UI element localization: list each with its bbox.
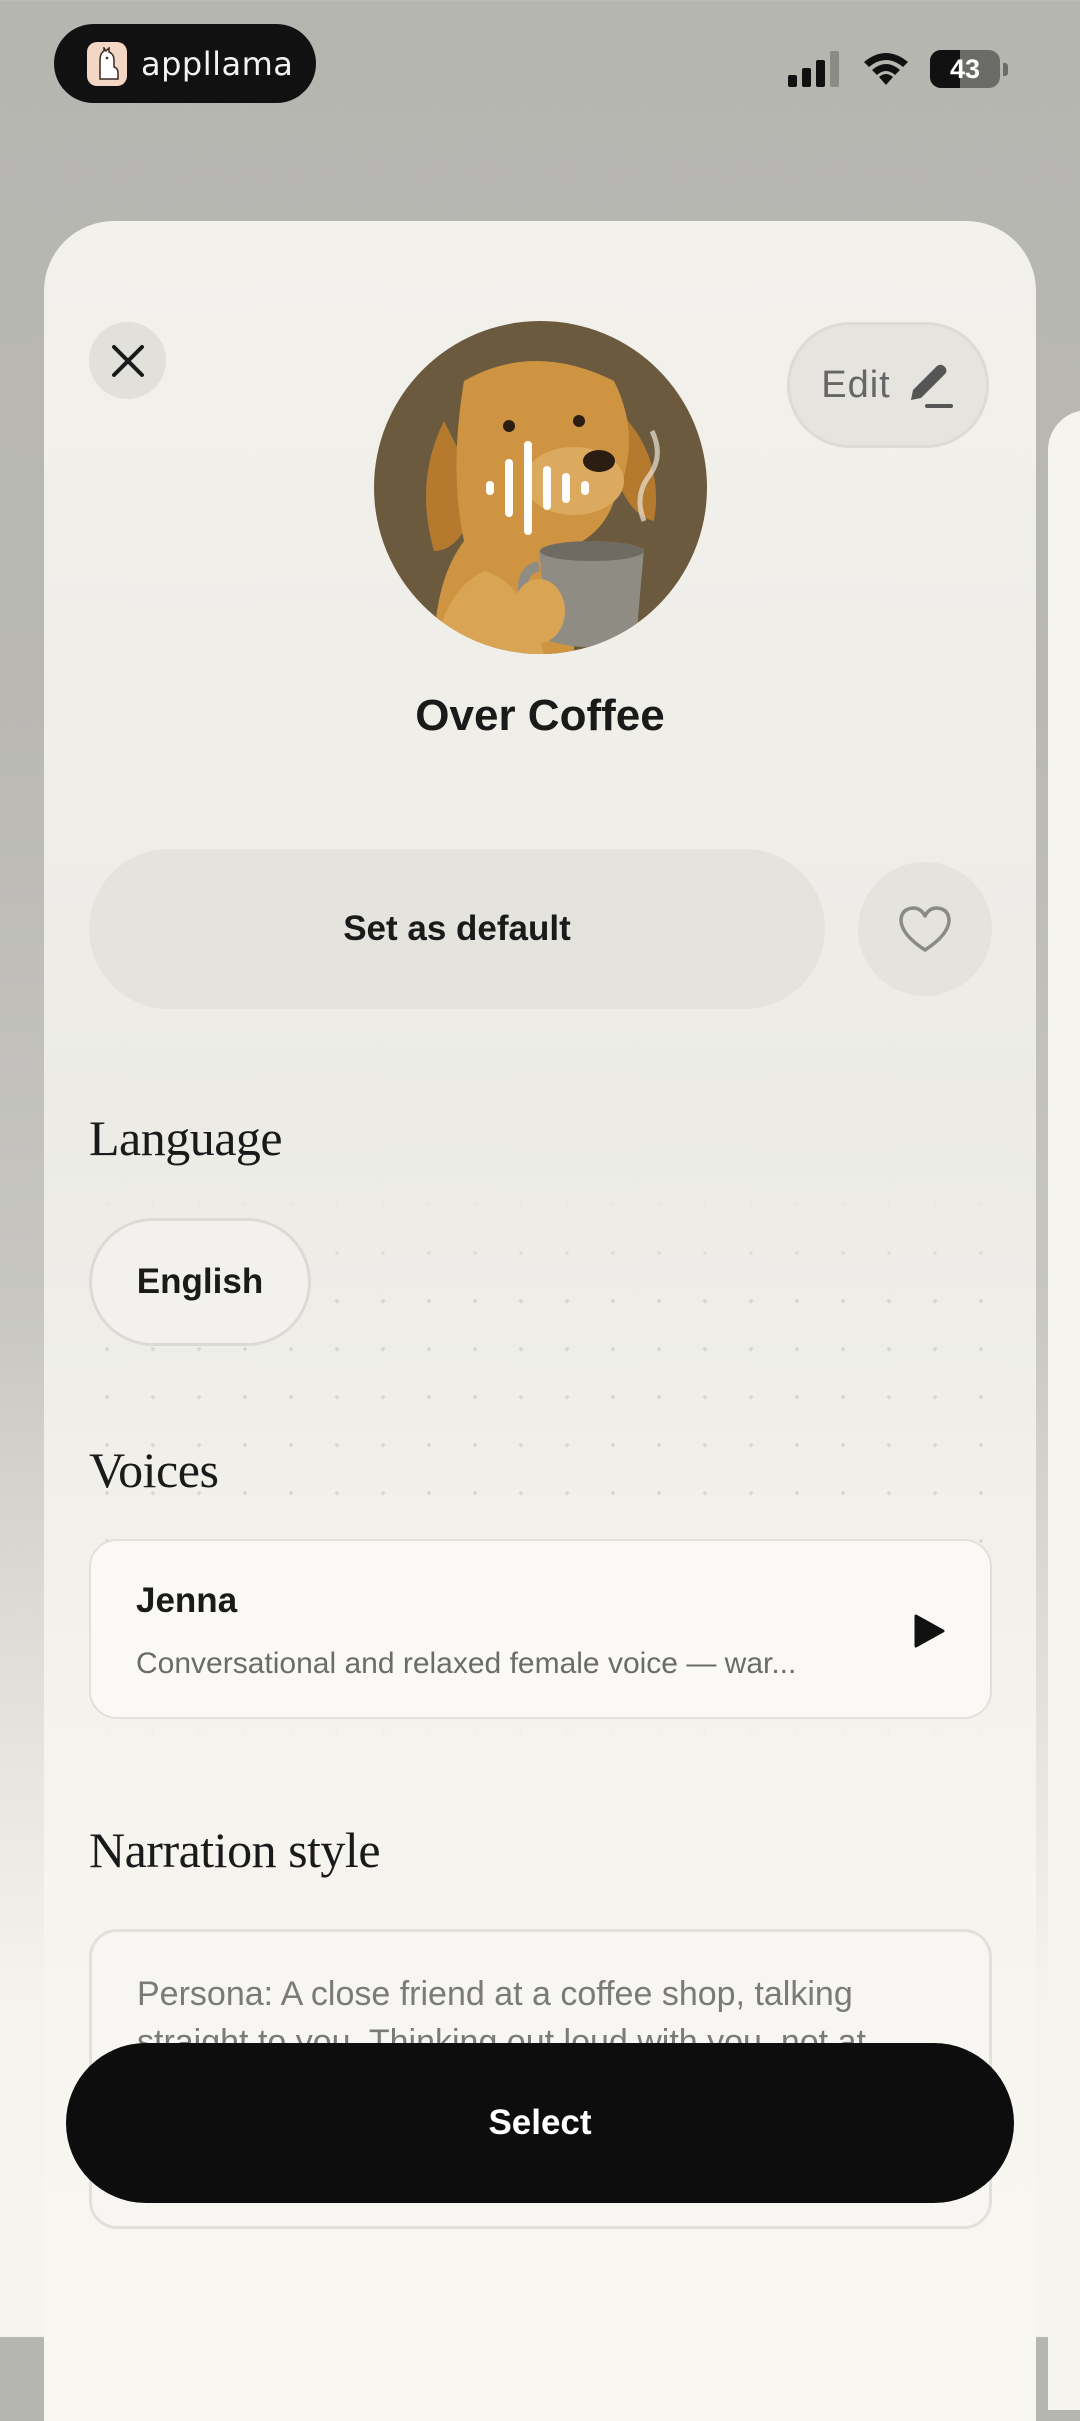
signal-icon: [788, 51, 839, 87]
play-preview-button[interactable]: [912, 1613, 946, 1654]
language-heading: Language: [89, 1110, 283, 1166]
select-button[interactable]: Select: [66, 2043, 1014, 2203]
app-indicator-pill[interactable]: appllama: [54, 24, 316, 103]
narration-heading: Narration style: [89, 1822, 381, 1878]
play-icon: [914, 1614, 945, 1648]
next-card-peek[interactable]: [1048, 410, 1080, 2410]
close-icon: [111, 344, 144, 377]
edit-label: Edit: [821, 363, 891, 406]
page-title: Over Coffee: [415, 691, 665, 740]
favorite-button[interactable]: [858, 862, 992, 996]
set-default-button[interactable]: Set as default: [89, 849, 825, 1009]
voices-heading: Voices: [89, 1442, 219, 1498]
llama-logo-icon: [87, 41, 127, 86]
app-name: appllama: [141, 44, 294, 83]
language-chip[interactable]: English: [89, 1218, 311, 1346]
close-button[interactable]: [89, 322, 166, 399]
wifi-icon: [864, 53, 908, 85]
edit-button[interactable]: Edit: [787, 322, 989, 448]
battery-icon: 43: [930, 50, 1000, 88]
voice-item[interactable]: Jenna Conversational and relaxed female …: [89, 1539, 992, 1719]
avatar: [374, 321, 707, 654]
voice-description: Conversational and relaxed female voice …: [136, 1647, 797, 1680]
battery-tip: [1003, 62, 1008, 76]
heart-icon: [899, 906, 951, 952]
battery-level: 43: [949, 53, 981, 84]
voice-name: Jenna: [136, 1581, 238, 1620]
pencil-icon: [910, 364, 953, 408]
